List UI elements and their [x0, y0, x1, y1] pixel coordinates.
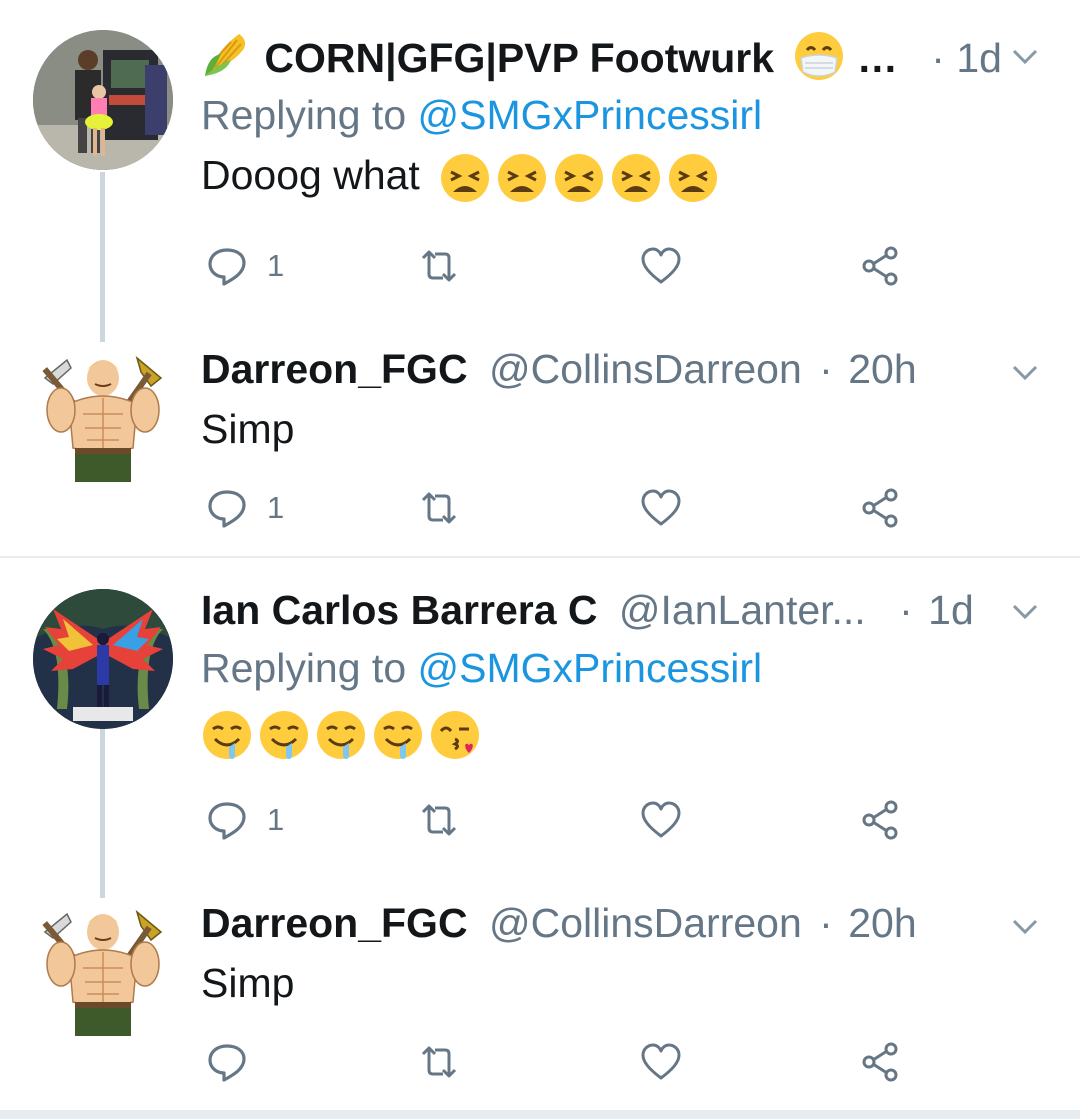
drooling-face-icon — [258, 709, 310, 761]
share-button[interactable] — [859, 483, 903, 533]
tweet-actions — [201, 1037, 901, 1087]
reply-count: 1 — [267, 490, 285, 525]
thread-connector-line — [100, 724, 105, 898]
tweet-text — [201, 701, 1050, 763]
share-icon — [862, 1042, 898, 1082]
reply-button[interactable]: 1 — [205, 795, 284, 845]
tweet-header: Ian Carlos Barrera C @IanLanter... · 1d — [201, 581, 1050, 639]
tweet-text: Simp — [201, 952, 1050, 1014]
like-button[interactable] — [639, 1037, 683, 1087]
corn-icon — [201, 28, 253, 80]
chevron-down-icon[interactable] — [1000, 32, 1050, 82]
replying-to-label: Replying to — [201, 645, 407, 691]
retweet-icon — [421, 250, 457, 282]
tweet-header: Darreon_FGC @CollinsDarreon · 20h — [201, 894, 1050, 952]
display-name[interactable]: CORN|GFG|PVP Footwurk — [264, 35, 774, 81]
retweet-icon — [421, 492, 457, 524]
retweet-icon — [421, 804, 457, 836]
weary-face-icon — [553, 152, 605, 204]
reply-count: 1 — [267, 802, 285, 837]
like-button[interactable] — [639, 241, 683, 291]
reply-icon — [208, 802, 246, 840]
tweet-actions: 1 — [201, 483, 901, 533]
reply-button[interactable] — [205, 1037, 267, 1087]
share-button[interactable] — [859, 1037, 903, 1087]
separator-dot: · — [931, 35, 945, 81]
muscle-man-axe-avatar[interactable] — [33, 348, 173, 488]
display-name[interactable]: Darreon_FGC — [201, 900, 468, 946]
retweet-button[interactable] — [417, 1037, 461, 1087]
retweet-icon — [421, 1046, 457, 1078]
share-button[interactable] — [859, 241, 903, 291]
thread-divider — [0, 556, 1080, 558]
display-name[interactable]: Ian Carlos Barrera C — [201, 587, 598, 633]
timestamp[interactable]: 1d — [928, 587, 974, 633]
reply-icon — [208, 1044, 246, 1082]
replying-to-handle-link[interactable]: @SMGxPrincessirl — [418, 92, 763, 138]
retweet-button[interactable] — [417, 483, 461, 533]
tweet-feed: CORN|GFG|PVP Footwurk … · 1d Replying to… — [0, 0, 1080, 1119]
tweet-header: CORN|GFG|PVP Footwurk … · 1d — [201, 28, 1050, 86]
user-handle[interactable]: @CollinsDarreon — [489, 900, 802, 946]
replying-to: Replying to @SMGxPrincessirl — [201, 86, 1050, 144]
heart-icon — [641, 489, 681, 526]
tweet-actions: 1 — [201, 795, 901, 845]
share-icon — [862, 246, 898, 286]
timestamp[interactable]: 20h — [848, 346, 916, 392]
muscle-man-axe-avatar[interactable] — [33, 902, 173, 1042]
timestamp[interactable]: 20h — [848, 900, 916, 946]
retweet-button[interactable] — [417, 795, 461, 845]
reply-count: 1 — [267, 248, 285, 283]
drooling-face-icon — [372, 709, 424, 761]
timestamp[interactable]: 1d — [956, 35, 1002, 81]
share-button[interactable] — [859, 795, 903, 845]
separator-dot: · — [819, 346, 833, 392]
tweet-text-body: Dooog what — [201, 152, 420, 198]
tweet-text: Simp — [201, 398, 1050, 460]
weary-face-icon — [667, 152, 719, 204]
chevron-down-icon[interactable] — [1000, 902, 1050, 952]
weary-face-icon — [439, 152, 491, 204]
arcade-photo-avatar[interactable] — [33, 30, 173, 170]
reply-icon — [208, 490, 246, 528]
heart-icon — [641, 801, 681, 838]
reply-button[interactable]: 1 — [205, 483, 284, 533]
thread-connector-line — [100, 172, 105, 342]
like-button[interactable] — [639, 483, 683, 533]
tweet-text-body: Simp — [201, 960, 295, 1006]
separator-dot: · — [819, 900, 833, 946]
winged-figure-avatar[interactable] — [33, 589, 173, 729]
name-truncation: … — [856, 35, 898, 81]
face-blowing-kiss-icon — [429, 709, 481, 761]
retweet-button[interactable] — [417, 241, 461, 291]
reply-icon — [208, 248, 246, 286]
heart-icon — [641, 247, 681, 284]
chevron-down-icon[interactable] — [1000, 587, 1050, 637]
weary-face-icon — [610, 152, 662, 204]
tweet-actions: 1 — [201, 241, 901, 291]
tweet-text: Dooog what — [201, 144, 1050, 206]
tweet-header: Darreon_FGC @CollinsDarreon · 20h — [201, 340, 1050, 398]
like-button[interactable] — [639, 795, 683, 845]
face-with-medical-mask-icon — [793, 30, 845, 82]
thread-divider — [0, 1110, 1080, 1119]
drooling-face-icon — [201, 709, 253, 761]
separator-dot: · — [899, 587, 913, 633]
user-handle[interactable]: @CollinsDarreon — [489, 346, 802, 392]
share-icon — [862, 488, 898, 528]
share-icon — [862, 800, 898, 840]
display-name[interactable]: Darreon_FGC — [201, 346, 468, 392]
emoji-row — [201, 709, 481, 761]
reply-button[interactable]: 1 — [205, 241, 284, 291]
tweet-text-body: Simp — [201, 406, 295, 452]
replying-to-label: Replying to — [201, 92, 407, 138]
chevron-down-icon[interactable] — [1000, 348, 1050, 398]
emoji-row — [439, 152, 719, 204]
weary-face-icon — [496, 152, 548, 204]
replying-to: Replying to @SMGxPrincessirl — [201, 639, 1050, 697]
drooling-face-icon — [315, 709, 367, 761]
replying-to-handle-link[interactable]: @SMGxPrincessirl — [418, 645, 763, 691]
user-handle[interactable]: @IanLanter... — [619, 587, 866, 633]
heart-icon — [641, 1043, 681, 1080]
